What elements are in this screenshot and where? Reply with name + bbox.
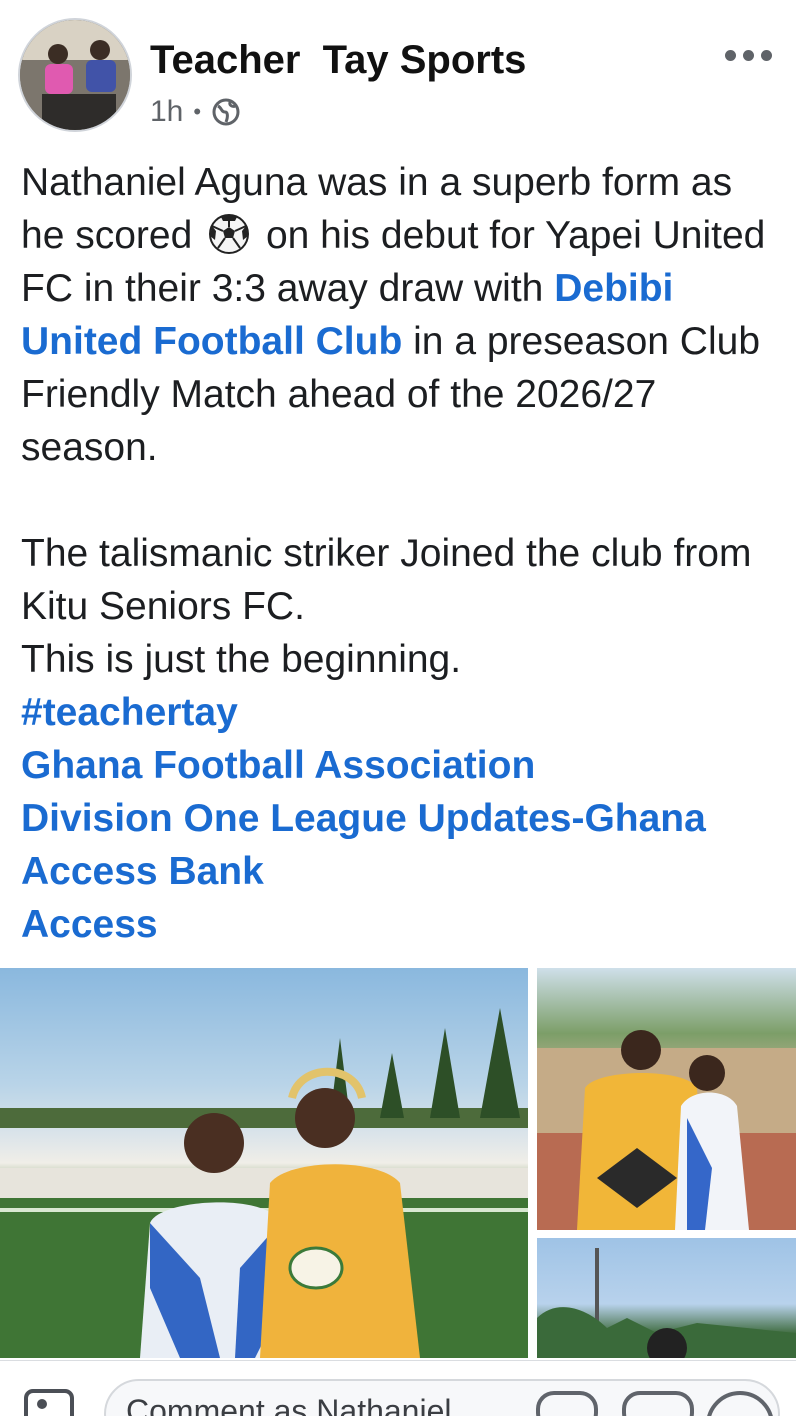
more-dot [760,49,772,61]
photo-main-scene [0,1008,528,1358]
camera-icon[interactable] [24,1389,74,1416]
paragraph-1: Nathaniel Aguna was in a superb form as … [21,156,781,474]
avatar-photo [20,20,130,130]
mention-link[interactable]: Division One League Updates-Ghana [21,792,781,845]
photo-top-right[interactable] [537,968,796,1230]
photo-bottom-right-scene [537,1248,796,1358]
gif-icon[interactable] [622,1391,694,1416]
author-avatar[interactable] [18,18,132,132]
soccer-ball-emoji [209,214,250,254]
author-name[interactable]: Teacher Tay Sports [150,38,526,83]
comment-placeholder: Comment as Nathaniel [126,1393,452,1416]
paragraph-2: The talismanic striker Joined the club f… [21,532,752,628]
post-meta: 1h • [150,92,241,132]
mention-link[interactable]: Access [21,898,781,951]
mention-link[interactable]: Access Bank [21,845,781,898]
globe-icon [212,98,240,126]
post-text: Nathaniel Aguna was in a superb form as … [21,156,781,951]
mention-link[interactable]: Ghana Football Association [21,739,781,792]
more-dot [742,49,754,61]
meta-separator: • [193,99,202,124]
paragraph-3: This is just the beginning. [21,638,462,681]
photo-main[interactable] [0,968,528,1358]
hashtag-link[interactable]: #teachertay [21,686,781,739]
more-dot [724,49,736,61]
photo-bottom-right[interactable] [537,1238,796,1358]
more-options-icon[interactable] [720,40,776,70]
avatar-sticker-icon[interactable] [536,1391,598,1416]
post-time[interactable]: 1h [150,95,183,129]
photo-top-right-scene [537,1030,796,1230]
photo-grid [0,968,796,1358]
post-header: Teacher Tay Sports 1h • [0,0,796,150]
comment-composer: Comment as Nathaniel [0,1360,796,1416]
